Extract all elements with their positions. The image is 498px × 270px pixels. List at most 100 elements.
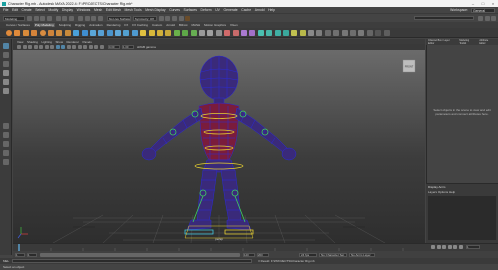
snap-grid-icon[interactable]	[77, 15, 83, 21]
select-hierarchy-icon[interactable]	[55, 15, 61, 21]
open-scene-icon[interactable]	[33, 15, 39, 21]
fill-hole-icon[interactable]	[257, 29, 264, 36]
shelf-extra-7-icon[interactable]	[358, 29, 365, 36]
quick-select-field[interactable]	[414, 16, 475, 20]
shelf-tab-custom[interactable]: Custom	[152, 23, 162, 27]
animation-start-field[interactable]: 1	[27, 252, 37, 257]
menu-select[interactable]: Select	[35, 8, 44, 12]
persp-graph-icon[interactable]	[3, 150, 9, 156]
tab-channel-box[interactable]: Channel Box / Layer Editor	[428, 39, 456, 45]
menu-arnold[interactable]: Arnold	[255, 8, 265, 12]
retopologize-icon[interactable]	[291, 29, 298, 36]
anim-layer-dropdown[interactable]: No Anim Layer	[349, 252, 375, 257]
shelf-extra-10-icon[interactable]	[383, 29, 390, 36]
auto-uv-icon[interactable]	[190, 29, 197, 36]
delete-history-icon[interactable]	[215, 29, 222, 36]
merge-icon[interactable]	[274, 29, 281, 36]
script-language-label[interactable]: MEL	[3, 259, 9, 263]
append-polygon-icon[interactable]	[266, 29, 273, 36]
image-plane-icon[interactable]	[33, 45, 38, 49]
symmetry-dropdown[interactable]: Symmetry: Off	[132, 15, 157, 21]
move-tool-icon[interactable]	[3, 70, 9, 76]
menu-curves[interactable]: Curves	[169, 8, 180, 12]
reverse-normals-icon[interactable]	[224, 29, 231, 36]
menu-create[interactable]: Create	[22, 8, 32, 12]
menu-cache[interactable]: Cache	[241, 8, 251, 12]
shadows-icon[interactable]	[83, 45, 87, 49]
target-weld-icon[interactable]	[157, 29, 164, 36]
menu-help[interactable]: Help	[268, 8, 275, 12]
command-input[interactable]	[12, 259, 253, 263]
snap-point-icon[interactable]	[91, 15, 97, 21]
shelf-extra-5-icon[interactable]	[341, 29, 348, 36]
shelf-extra-6-icon[interactable]	[350, 29, 357, 36]
menu-mesh[interactable]: Mesh	[94, 8, 102, 12]
xray-icon[interactable]	[94, 45, 98, 49]
shelf-tab-rigging[interactable]: Rigging	[75, 23, 85, 27]
viewport-menu-view[interactable]: View	[17, 40, 23, 44]
ambient-occlusion-icon[interactable]	[88, 45, 93, 49]
close-icon[interactable]: ×	[488, 0, 498, 7]
render-icon[interactable]	[165, 15, 171, 21]
separate-icon[interactable]	[81, 29, 88, 36]
hypershade-icon[interactable]	[185, 15, 191, 21]
film-gate-icon[interactable]	[44, 45, 49, 49]
menu-edit-mesh[interactable]: Edit Mesh	[106, 8, 121, 12]
shelf-tab-curves-surfaces[interactable]: Curves / Surfaces	[6, 23, 30, 27]
play-back-icon[interactable]	[442, 245, 446, 249]
combine-icon[interactable]	[73, 29, 80, 36]
menu-generate[interactable]: Generate	[224, 8, 238, 12]
shelf-extra-9-icon[interactable]	[375, 29, 382, 36]
history-icon[interactable]	[158, 15, 164, 21]
menu-deform[interactable]: Deform	[201, 8, 212, 12]
shelf-extra-2-icon[interactable]	[316, 29, 323, 36]
tab-attribute-editor[interactable]: Attribute Editor	[479, 39, 495, 45]
color-space-label[interactable]: sRGB gamma	[137, 45, 156, 49]
bridge-icon[interactable]	[123, 29, 130, 36]
shelf-tab-fx[interactable]: FX	[124, 23, 128, 27]
viewport-3d[interactable]: FRONT persp	[13, 50, 425, 243]
menu-windows[interactable]: Windows	[77, 8, 91, 12]
menu-mesh-display[interactable]: Mesh Display	[145, 8, 165, 12]
shelf-tab-fx-caching[interactable]: FX Caching	[132, 23, 148, 27]
poly-disc-icon[interactable]	[56, 29, 63, 36]
range-bar[interactable]	[40, 252, 240, 257]
scale-tool-icon[interactable]	[3, 88, 9, 94]
rotate-tool-icon[interactable]	[3, 79, 9, 85]
range-end-field[interactable]: 120	[243, 252, 255, 257]
workspace-dropdown[interactable]: General	[471, 7, 495, 13]
lights-icon[interactable]	[77, 45, 82, 49]
animation-end-field[interactable]: 200	[257, 252, 269, 257]
extrude-icon[interactable]	[115, 29, 122, 36]
planar-map-icon[interactable]	[182, 29, 189, 36]
insert-edge-loop-icon[interactable]	[140, 29, 147, 36]
undo-icon[interactable]	[46, 15, 52, 21]
layer-list[interactable]	[428, 196, 496, 240]
camera-attr-icon[interactable]	[22, 45, 27, 49]
poly-sphere-icon[interactable]	[6, 29, 12, 36]
paint-select-icon[interactable]	[3, 61, 9, 67]
shelf-extra-4-icon[interactable]	[333, 29, 340, 36]
play-forward-icon[interactable]	[447, 245, 452, 249]
menu-file[interactable]: File	[3, 8, 8, 12]
multi-cut-icon[interactable]	[148, 29, 155, 36]
go-to-start-icon[interactable]	[431, 245, 435, 249]
viewport-menu-renderer[interactable]: Renderer	[67, 40, 80, 44]
platonic-solid-icon[interactable]	[64, 29, 71, 36]
smooth-shade-icon[interactable]	[61, 45, 65, 49]
new-scene-icon[interactable]	[27, 15, 32, 21]
menu-uv[interactable]: UV	[215, 8, 220, 12]
freeze-transform-icon[interactable]	[207, 29, 214, 36]
collapse-icon[interactable]	[282, 29, 289, 36]
select-tool-icon[interactable]	[3, 43, 9, 49]
uv-editor-icon[interactable]	[173, 29, 180, 36]
grid-toggle-icon[interactable]	[39, 45, 43, 49]
conform-icon[interactable]	[232, 29, 239, 36]
select-component-icon[interactable]	[68, 15, 74, 21]
textured-icon[interactable]	[72, 45, 76, 49]
panel-toggle-2-icon[interactable]	[484, 15, 490, 21]
wireframe-on-shaded-icon[interactable]	[66, 45, 71, 49]
time-slider[interactable]: 1	[13, 243, 498, 252]
step-forward-icon[interactable]	[453, 245, 457, 249]
soften-edge-icon[interactable]	[240, 29, 247, 36]
